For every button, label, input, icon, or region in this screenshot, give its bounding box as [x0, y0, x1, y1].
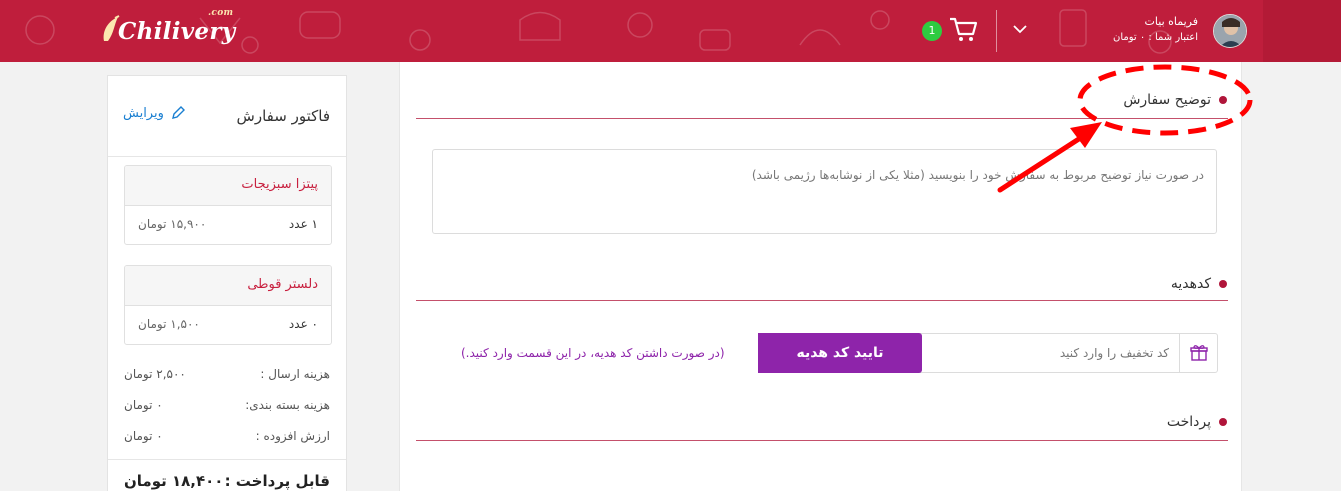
invoice-item-price: ۱,۵۰۰ تومان [138, 317, 200, 331]
pencil-icon [171, 106, 185, 119]
payment-title-text: پرداخت [1166, 414, 1211, 430]
order-description-placeholder: در صورت نیاز توضیح مربوط به سفارش خود را… [751, 168, 1204, 182]
header-right-strip [1263, 0, 1341, 62]
gift-code-hint: (در صورت داشتن کد هدیه، در این قسمت وارد… [461, 346, 725, 360]
invoice-item: پیتزا سبزیجات ۱ عدد ۱۵,۹۰۰ تومان [124, 165, 332, 245]
fee-row-vat: ارزش افزوده : ۰ تومان [124, 429, 330, 443]
top-header: Chilivery .com 1 فریماه بیات اعتبار شما … [0, 0, 1341, 62]
apply-gift-code-button[interactable]: تایید کد هدیه [758, 333, 922, 373]
bullet-dot-icon [1219, 280, 1227, 288]
gift-icon-cell [1179, 334, 1217, 372]
brand-logo[interactable]: Chilivery .com [118, 8, 236, 45]
edit-link[interactable]: ویرایش [123, 105, 186, 121]
section-divider [416, 300, 1228, 301]
fee-value: ۰ تومان [124, 429, 163, 443]
invoice-item-price: ۱۵,۹۰۰ تومان [138, 217, 207, 231]
gift-code-input[interactable] [922, 334, 1179, 372]
invoice-item-name: پیتزا سبزیجات [125, 166, 331, 206]
section-divider [416, 118, 1228, 119]
fee-label: ارزش افزوده : [255, 429, 330, 443]
brand-logo-suffix: .com [208, 8, 234, 18]
payment-title: پرداخت [1167, 414, 1227, 430]
bullet-dot-icon [1219, 96, 1227, 104]
invoice-title: فاکتور سفارش [236, 107, 330, 125]
invoice-divider [108, 156, 346, 157]
user-credit: اعتبار شما : ۰ تومان [1112, 32, 1198, 43]
gift-icon [1189, 345, 1208, 361]
fee-label: هزینه ارسال : [260, 367, 330, 381]
fee-label: هزینه بسته بندی: [245, 398, 330, 412]
edit-label: ویرایش [123, 105, 164, 121]
invoice-item-qty: ۱ عدد [288, 217, 318, 231]
order-description-textarea[interactable]: در صورت نیاز توضیح مربوط به سفارش خود را… [432, 149, 1217, 234]
cart-count-badge: 1 [922, 21, 942, 41]
invoice-item-name: دلستر قوطی [125, 266, 331, 306]
avatar[interactable] [1213, 14, 1247, 48]
order-invoice-card: فاکتور سفارش ویرایش پیتزا سبزیجات ۱ عدد … [107, 75, 347, 491]
total-label: قابل پرداخت : [224, 472, 330, 490]
brand-logo-text: Chilivery [118, 18, 236, 45]
section-divider [416, 440, 1228, 441]
checkout-main-panel: توضیح سفارش در صورت نیاز توضیح مربوط به … [399, 62, 1242, 491]
user-name[interactable]: فریماه بیات [1145, 15, 1198, 28]
fee-value: ۰ تومان [124, 398, 163, 412]
bullet-dot-icon [1219, 418, 1227, 426]
fee-row-packaging: هزینه بسته بندی: ۰ تومان [124, 398, 330, 412]
header-divider [996, 10, 997, 52]
description-title-text: توضیح سفارش [1123, 92, 1211, 108]
invoice-item-qty: ۰ عدد [288, 317, 318, 331]
cart-icon[interactable] [948, 16, 978, 44]
chevron-down-icon[interactable] [1012, 21, 1028, 37]
fee-value: ۲,۵۰۰ تومان [124, 367, 186, 381]
total-row: قابل پرداخت : ۱۸,۴۰۰ تومان [124, 472, 330, 490]
fee-row-shipping: هزینه ارسال : ۲,۵۰۰ تومان [124, 367, 330, 381]
gift-code-group: تایید کد هدیه [758, 333, 1218, 373]
gift-code-title-text: کدهدیه [1170, 276, 1211, 292]
gift-code-title: کدهدیه [1171, 276, 1227, 292]
invoice-item: دلستر قوطی ۰ عدد ۱,۵۰۰ تومان [124, 265, 332, 345]
description-title: توضیح سفارش [1123, 92, 1227, 108]
total-value: ۱۸,۴۰۰ تومان [124, 472, 224, 490]
total-divider [108, 459, 346, 460]
